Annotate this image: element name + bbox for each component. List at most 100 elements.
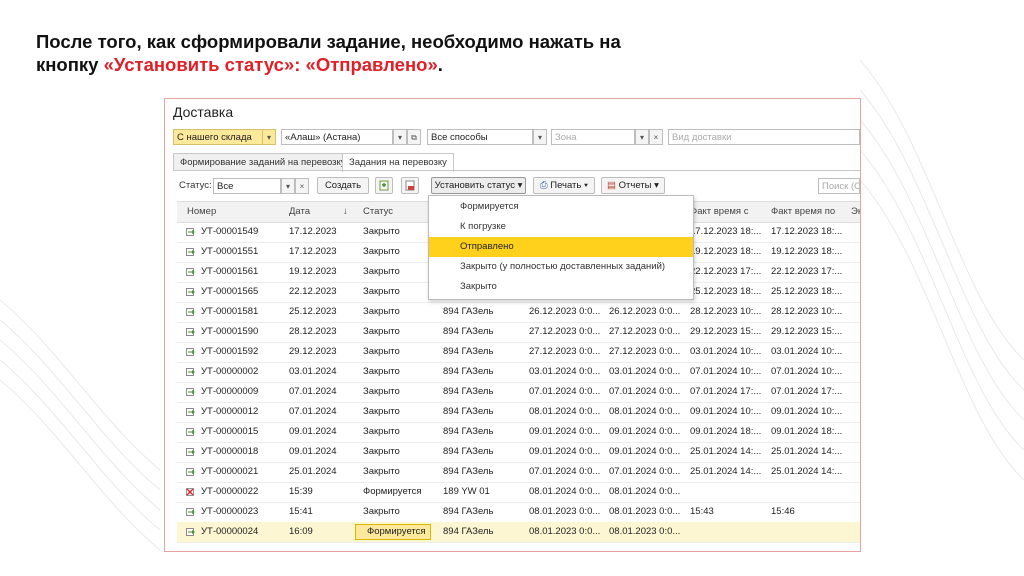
cell-date: 15:41: [289, 506, 313, 517]
set-status-button[interactable]: Установить статус ▾: [431, 177, 526, 194]
cell-fact-from: 09.01.2024 10:...: [690, 406, 762, 417]
table-row[interactable]: УТ-00000015 09.01.2024 Закрыто 894 ГАЗель 09…: [177, 422, 860, 443]
cell-plan-to: 26.12.2023 0:0...: [609, 306, 681, 317]
cell-plan-from: 09.01.2024 0:0...: [529, 446, 601, 457]
cell-fact-from: 09.01.2024 18:...: [690, 426, 762, 437]
tab-divider: [173, 170, 860, 171]
table-row[interactable]: УТ-00001590 28.12.2023 Закрыто 894 ГАЗель 27…: [177, 322, 860, 343]
menu-item-closed[interactable]: Закрыто: [429, 277, 693, 297]
menu-item-closed-delivered[interactable]: Закрыто (у полностью доставленных задани…: [429, 257, 693, 277]
cell-plan-to: 07.01.2024 0:0...: [609, 466, 681, 477]
cell-plan-from: 08.01.2024 0:0...: [529, 406, 601, 417]
cell-status: Закрыто: [363, 446, 400, 457]
cell-number: УТ-00001592: [201, 346, 259, 357]
menu-item-forming[interactable]: Формируется: [429, 197, 693, 217]
clear-icon[interactable]: ×: [649, 129, 663, 145]
document-export-icon[interactable]: [401, 177, 419, 194]
cell-vehicle: 894 ГАЗель: [443, 346, 494, 357]
cell-fact-to: 03.01.2024 10:...: [771, 346, 843, 357]
column-number[interactable]: Номер: [187, 202, 216, 222]
document-icon: [186, 428, 195, 436]
cell-number: УТ-00000023: [201, 506, 259, 517]
document-icon: [186, 368, 195, 376]
cell-vehicle: 894 ГАЗель: [443, 326, 494, 337]
method-filter[interactable]: Все способы: [427, 129, 533, 145]
table-row[interactable]: УТ-00000024 16:09 Формируется 894 ГАЗель 08.…: [177, 522, 860, 543]
cell-date: 17.12.2023: [289, 246, 337, 257]
zone-filter[interactable]: Зона: [551, 129, 635, 145]
cell-plan-to: 08.01.2024 0:0...: [609, 486, 681, 497]
client-filter[interactable]: «Алаш» (Астана): [281, 129, 393, 145]
window-title: Доставка: [173, 104, 234, 120]
table-row[interactable]: УТ-00000002 03.01.2024 Закрыто 894 ГАЗель 03…: [177, 362, 860, 383]
chevron-down-icon[interactable]: ▾: [393, 129, 407, 145]
cell-date: 28.12.2023: [289, 326, 337, 337]
cell-fact-to: 25.01.2024 14:...: [771, 466, 843, 477]
cell-status: Закрыто: [363, 466, 400, 477]
menu-item-loading[interactable]: К погрузке: [429, 217, 693, 237]
table-row[interactable]: УТ-00000022 15:39 Формируется 189 YW 01 08.0…: [177, 482, 860, 503]
cell-date: 25.01.2024: [289, 466, 337, 477]
reports-button[interactable]: ▤ Отчеты ▾: [601, 177, 665, 194]
clear-icon[interactable]: ×: [295, 178, 309, 194]
cell-plan-from: 03.01.2024 0:0...: [529, 366, 601, 377]
cell-vehicle: 894 ГАЗель: [443, 366, 494, 377]
tab-forming-tasks[interactable]: Формирование заданий на перевозку: [173, 153, 353, 171]
sort-arrow-icon: ↓: [343, 206, 348, 217]
document-error-icon: [186, 488, 194, 496]
create-button[interactable]: Создать: [317, 177, 369, 194]
chevron-down-icon[interactable]: ▾: [635, 129, 649, 145]
column-status[interactable]: Статус: [363, 202, 393, 222]
table-row[interactable]: УТ-00000021 25.01.2024 Закрыто 894 ГАЗель 07…: [177, 462, 860, 483]
cell-fact-to: 29.12.2023 15:...: [771, 326, 843, 337]
refresh-icon[interactable]: [375, 177, 393, 194]
cell-number: УТ-00001590: [201, 326, 259, 337]
chevron-down-icon[interactable]: ▾: [281, 178, 295, 194]
cell-fact-from: 25.01.2024 14:...: [690, 446, 762, 457]
cell-number: УТ-00000015: [201, 426, 259, 437]
cell-plan-from: 27.12.2023 0:0...: [529, 346, 601, 357]
cell-plan-to: 27.12.2023 0:0...: [609, 326, 681, 337]
heading-accent: «Установить статус»: «Отправлено»: [103, 54, 438, 75]
status-filter-input[interactable]: Все: [213, 178, 281, 194]
cell-fact-from: 19.12.2023 18:...: [690, 246, 762, 257]
cell-plan-from: 07.01.2024 0:0...: [529, 386, 601, 397]
cell-fact-to: 19.12.2023 18:...: [771, 246, 843, 257]
column-fact-time-from[interactable]: Факт время с: [690, 202, 748, 222]
search-input[interactable]: Поиск (Ct: [818, 178, 860, 194]
cell-number: УТ-00001565: [201, 286, 259, 297]
cell-fact-to: 25.12.2023 18:...: [771, 286, 843, 297]
chevron-down-icon[interactable]: ▾: [533, 129, 547, 145]
table-row[interactable]: УТ-00000009 07.01.2024 Закрыто 894 ГАЗель 07…: [177, 382, 860, 403]
cell-fact-from: 07.01.2024 17:...: [690, 386, 762, 397]
open-link-icon[interactable]: ⧉: [407, 129, 421, 145]
cell-date: 07.01.2024: [289, 386, 337, 397]
table-row[interactable]: УТ-00001592 29.12.2023 Закрыто 894 ГАЗель 27…: [177, 342, 860, 363]
column-fact-time-to[interactable]: Факт время по: [771, 202, 835, 222]
cell-vehicle: 894 ГАЗель: [443, 506, 494, 517]
warehouse-filter[interactable]: С нашего склада: [173, 129, 276, 145]
menu-item-sent[interactable]: Отправлено: [429, 237, 693, 257]
document-icon: [186, 228, 195, 236]
table-row[interactable]: УТ-00000023 15:41 Закрыто 894 ГАЗель 08.01.2…: [177, 502, 860, 523]
cell-plan-from: 26.12.2023 0:0...: [529, 306, 601, 317]
set-status-menu: Формируется К погрузке Отправлено Закрыт…: [428, 195, 694, 300]
document-icon: [186, 288, 195, 296]
chevron-down-icon: ▾: [654, 180, 659, 191]
cell-plan-to: 27.12.2023 0:0...: [609, 346, 681, 357]
printer-icon: ⎙: [539, 180, 548, 191]
cell-date: 22.12.2023: [289, 286, 337, 297]
chevron-down-icon[interactable]: ▾: [262, 129, 276, 145]
cell-status: Закрыто: [363, 226, 400, 237]
column-extra[interactable]: Эк: [851, 202, 860, 222]
cell-date: 19.12.2023: [289, 266, 337, 277]
table-row[interactable]: УТ-00001581 25.12.2023 Закрыто 894 ГАЗель 26…: [177, 302, 860, 323]
instruction-heading: После того, как сформировали задание, не…: [36, 30, 736, 76]
print-button[interactable]: ⎙ Печать ▾: [533, 177, 595, 194]
cell-plan-to: 08.01.2024 0:0...: [609, 406, 681, 417]
column-date[interactable]: Дата: [289, 202, 310, 222]
table-row[interactable]: УТ-00000012 07.01.2024 Закрыто 894 ГАЗель 08…: [177, 402, 860, 423]
table-row[interactable]: УТ-00000018 09.01.2024 Закрыто 894 ГАЗель 09…: [177, 442, 860, 463]
cell-date: 09.01.2024: [289, 426, 337, 437]
delivery-type-filter[interactable]: Вид доставки: [668, 129, 860, 145]
